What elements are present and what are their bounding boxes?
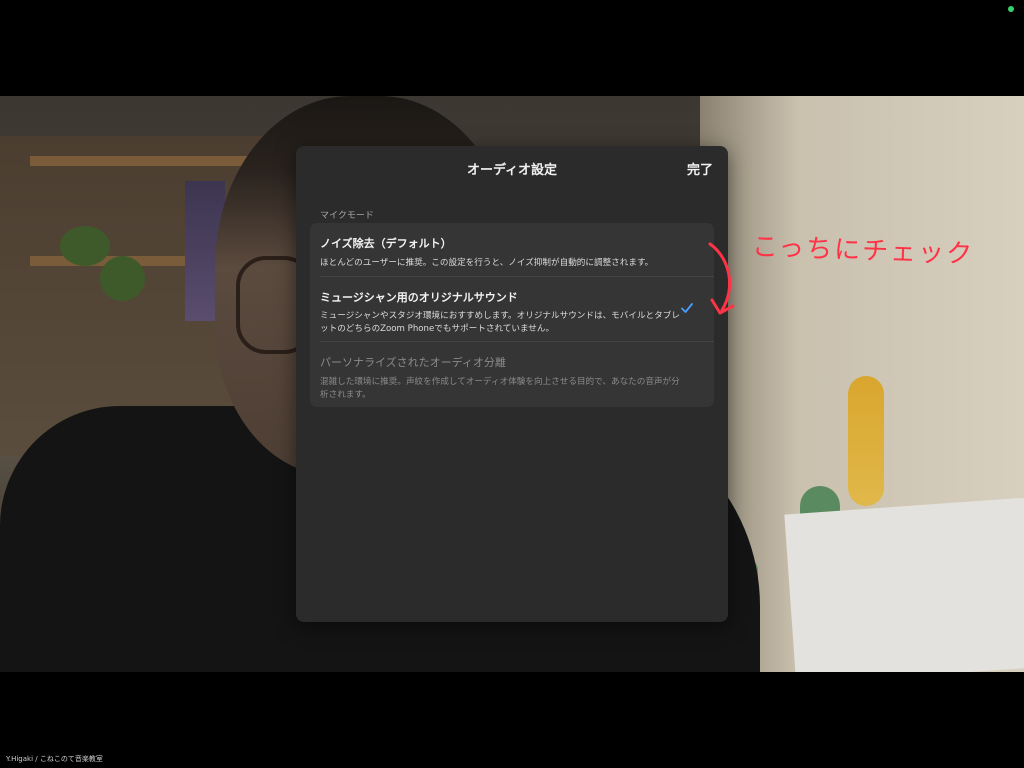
option-title: ミュージシャン用のオリジナルサウンド [320, 291, 518, 304]
done-button[interactable]: 完了 [687, 159, 713, 178]
plant-image [100, 256, 145, 301]
audio-settings-dialog: オーディオ設定 完了 マイクモード ノイズ除去（デフォルト） ほとんどのユーザー… [296, 146, 728, 622]
option-description: ミュージシャンやスタジオ環境におすすめします。オリジナルサウンドは、モバイルとタ… [320, 311, 680, 334]
option-description: 混雑した環境に推奨。声紋を作成してオーディオ体験を向上させる目的で、あなたの音声… [320, 377, 680, 400]
participant-name-caption: Y.Higaki / こねこのて音楽教室 [6, 755, 103, 763]
mic-mode-options: ノイズ除去（デフォルト） ほとんどのユーザーに推奨。この設定を行うと、ノイズ抑制… [310, 223, 714, 407]
option-description: ほとんどのユーザーに推奨。この設定を行うと、ノイズ抑制が自動的に調整されます。 [320, 258, 654, 268]
checkmark-icon [681, 303, 693, 313]
annotation-text: こっちにチェック [751, 232, 975, 270]
status-indicator [1008, 6, 1014, 12]
toy-figure [848, 376, 884, 506]
screen: オーディオ設定 完了 マイクモード ノイズ除去（デフォルト） ほとんどのユーザー… [0, 0, 1024, 768]
section-label-mic-mode: マイクモード [320, 211, 374, 221]
arrow-icon [708, 242, 735, 315]
plant-image [60, 226, 110, 266]
option-noise-suppression[interactable]: ノイズ除去（デフォルト） ほとんどのユーザーに推奨。この設定を行うと、ノイズ抑制… [310, 223, 714, 276]
option-title: パーソナライズされたオーディオ分離 [320, 356, 506, 369]
option-title: ノイズ除去（デフォルト） [320, 237, 452, 250]
shelf-board [30, 156, 260, 166]
dialog-header: オーディオ設定 完了 [296, 146, 728, 188]
sheet-music [784, 497, 1024, 672]
option-original-sound[interactable]: ミュージシャン用のオリジナルサウンド ミュージシャンやスタジオ環境におすすめしま… [310, 277, 714, 341]
option-personalized-audio-isolation[interactable]: パーソナライズされたオーディオ分離 混雑した環境に推奨。声紋を作成してオーディオ… [310, 342, 714, 407]
dialog-title: オーディオ設定 [466, 163, 558, 178]
